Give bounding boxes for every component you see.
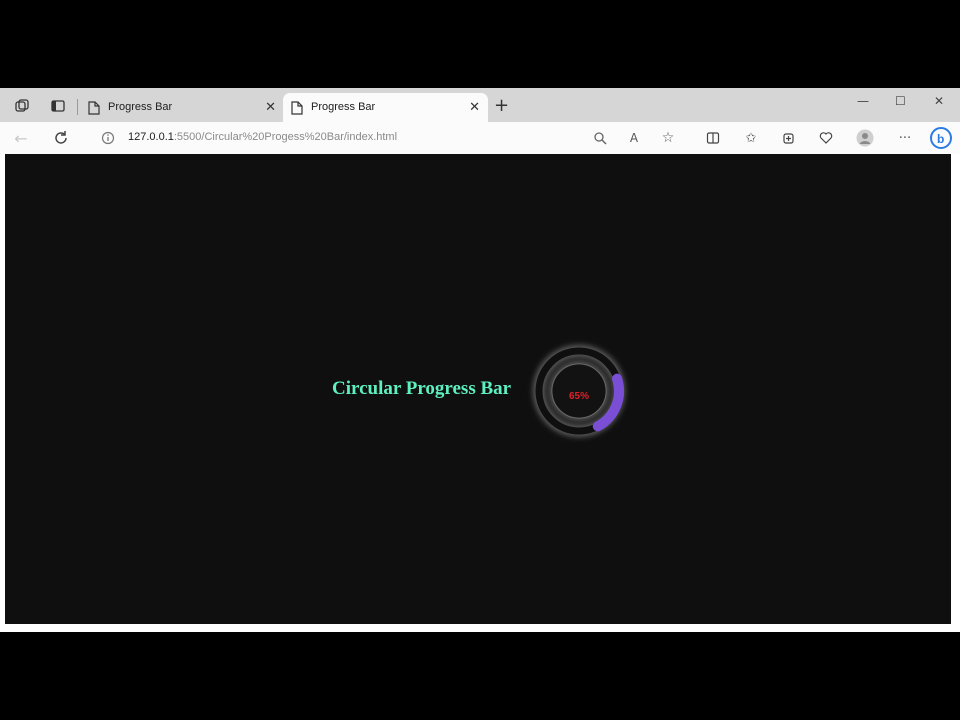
tab-strip: Progress Bar ✕ Progress Bar ✕ + — ☐ ✕ [0,88,960,122]
favorite-icon[interactable]: ☆ [659,129,677,147]
page-heading: Circular Progress Bar [332,378,512,399]
address-bar[interactable]: 127.0.0.1:5500/Circular%20Progess%20Bar/… [128,131,397,143]
page-icon [291,101,303,118]
profile-icon[interactable] [856,129,874,147]
favorites-icon[interactable]: ✩ [742,129,760,147]
tab-progress-bar-2[interactable]: Progress Bar ✕ [283,93,488,122]
page-icon [88,101,100,118]
tab-progress-bar-1[interactable]: Progress Bar ✕ [80,93,284,122]
workspaces-icon[interactable] [14,98,30,114]
tab-title: Progress Bar [108,101,173,113]
minimize-icon[interactable]: — [857,94,869,108]
bing-icon[interactable]: b [930,127,952,149]
browser-toolbar: ← 127.0.0.1:5500/Circular%20Progess%20Ba… [0,122,960,154]
new-tab-icon[interactable]: + [494,95,509,116]
close-icon[interactable]: ✕ [469,99,480,115]
browser-window: Progress Bar ✕ Progress Bar ✕ + — ☐ ✕ ← … [0,88,960,632]
url-host: 127.0.0.1 [128,131,174,143]
window-close-icon[interactable]: ✕ [934,94,944,108]
back-icon[interactable]: ← [12,129,30,148]
read-aloud-icon[interactable]: A [625,129,643,147]
info-icon[interactable] [99,129,117,147]
tab-separator [77,99,78,115]
url-path: :5500/Circular%20Progess%20Bar/index.htm… [173,131,398,143]
svg-text:b: b [937,132,944,146]
collections-icon[interactable] [780,129,798,147]
zoom-icon[interactable] [591,129,609,147]
page-viewport: Circular Progress Bar 65% [5,154,951,624]
progress-percent: 65% [568,391,589,402]
tab-title: Progress Bar [311,101,376,113]
circular-progress: 65% [514,330,654,470]
more-icon[interactable]: ··· [896,129,914,147]
close-icon[interactable]: ✕ [265,99,276,115]
refresh-icon[interactable] [52,129,70,147]
browser-essentials-icon[interactable] [817,129,835,147]
split-screen-icon[interactable] [704,129,722,147]
tab-actions-icon[interactable] [50,98,66,114]
maximize-icon[interactable]: ☐ [895,94,906,108]
